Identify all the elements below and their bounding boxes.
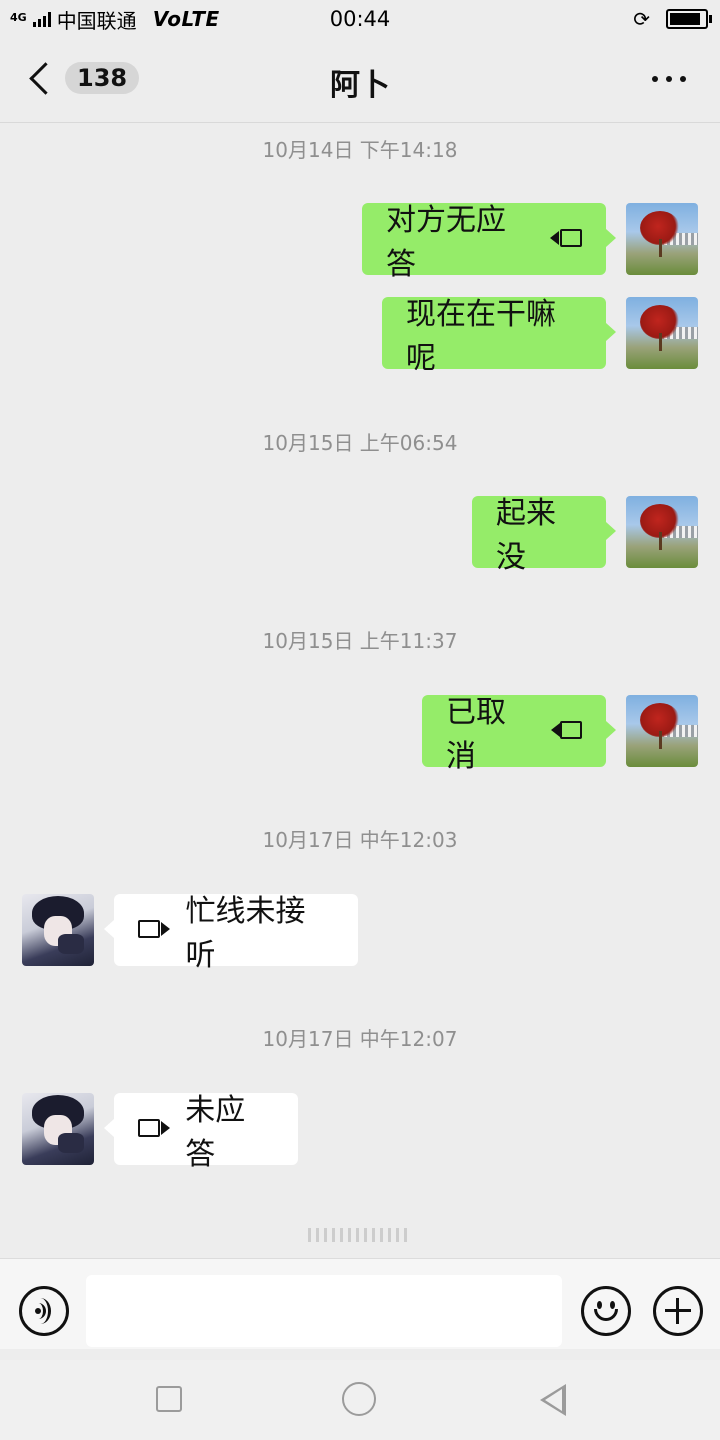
message-bubble-outgoing[interactable]: 起来没 — [472, 496, 616, 575]
timestamp: 10月17日 中午12:07 — [262, 1027, 458, 1051]
message-bubble-outgoing[interactable]: 对方无应答 — [362, 203, 616, 282]
my-avatar[interactable] — [626, 695, 698, 767]
voice-input-button[interactable] — [19, 1286, 69, 1336]
timestamp: 10月17日 中午12:03 — [262, 828, 458, 852]
message-text: 对方无应答 — [386, 203, 506, 282]
message-text: 现在在干嘛呢 — [406, 297, 556, 376]
contact-avatar[interactable] — [22, 1093, 94, 1165]
timestamp: 10月14日 下午14:18 — [262, 138, 458, 162]
message-text: 起来没 — [496, 496, 556, 575]
system-back-button[interactable] — [540, 1384, 566, 1416]
contact-avatar[interactable] — [22, 894, 94, 966]
chat-title: 阿卜 — [330, 68, 390, 103]
message-text: 未应答 — [185, 1093, 246, 1172]
video-call-icon — [138, 919, 172, 941]
video-call-icon — [549, 720, 582, 742]
message-input[interactable] — [86, 1275, 562, 1347]
emoji-icon — [597, 1301, 602, 1309]
message-bubble-incoming[interactable]: 未应答 — [104, 1093, 298, 1172]
my-avatar[interactable] — [626, 203, 698, 275]
message-bubble-outgoing[interactable]: 现在在干嘛呢 — [382, 297, 616, 376]
video-call-icon — [548, 228, 582, 250]
video-call-icon — [138, 1118, 172, 1140]
home-button[interactable] — [342, 1382, 376, 1416]
scroll-indicator — [308, 1228, 408, 1242]
input-bar — [0, 1258, 720, 1349]
status-bar: 4G 中国联通 VoLTE 00:44 ⟳ — [0, 0, 720, 38]
message-list[interactable]: 10月14日 下午14:18 对方无应答 现在在干嘛呢 10月15日 上午06:… — [0, 122, 720, 1258]
more-dots-icon — [652, 76, 658, 82]
message-bubble-outgoing[interactable]: 已取消 — [422, 695, 616, 774]
message-text: 已取消 — [446, 695, 506, 774]
chat-header: 138 阿卜 — [0, 38, 720, 123]
more-functions-button[interactable] — [653, 1286, 703, 1336]
timestamp: 10月15日 上午06:54 — [262, 431, 458, 455]
more-options-button[interactable] — [652, 76, 686, 82]
battery-icon — [666, 9, 712, 29]
status-time: 00:44 — [329, 7, 391, 31]
system-navigation-bar — [0, 1360, 720, 1440]
my-avatar[interactable] — [626, 496, 698, 568]
emoji-button[interactable] — [581, 1286, 631, 1336]
message-bubble-incoming[interactable]: 忙线未接听 — [104, 894, 358, 973]
recent-apps-button[interactable] — [156, 1386, 182, 1412]
timestamp: 10月15日 上午11:37 — [262, 629, 458, 653]
my-avatar[interactable] — [626, 297, 698, 369]
message-text: 忙线未接听 — [185, 894, 306, 973]
